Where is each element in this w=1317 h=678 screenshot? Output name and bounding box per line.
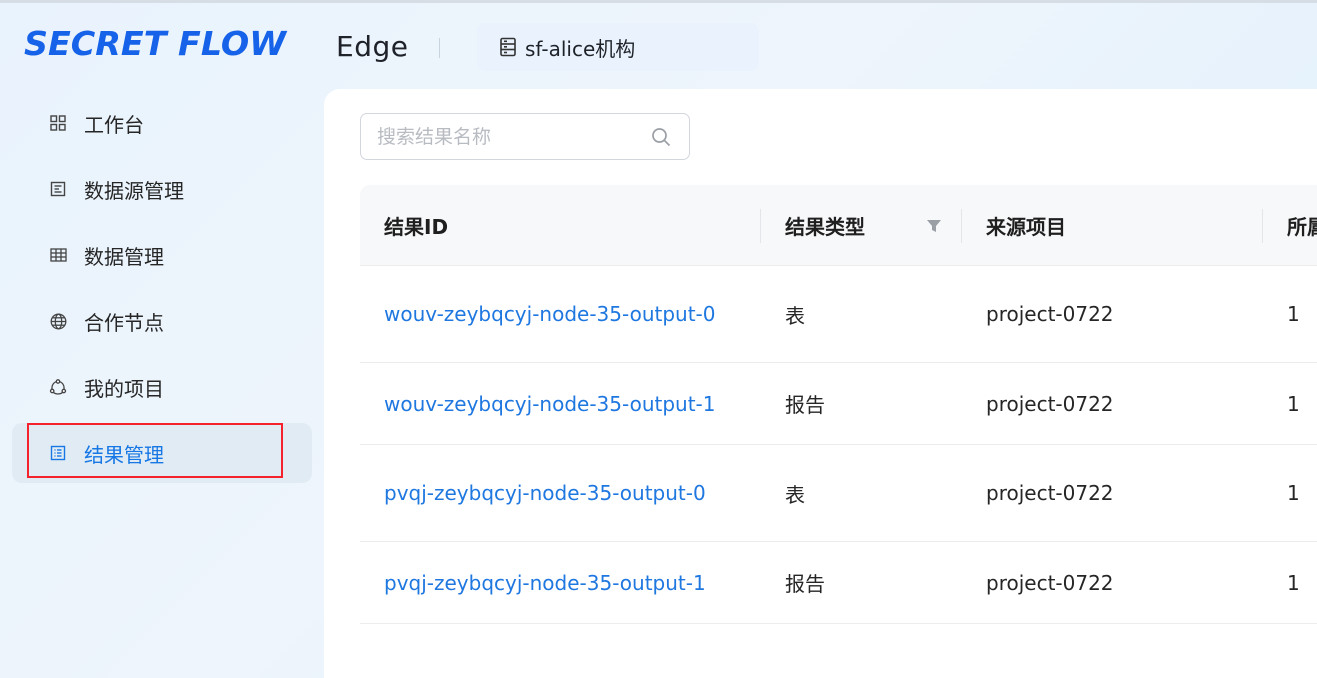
result-type: 表 [785,482,805,507]
org-selector[interactable]: sf-alice机构 [477,23,759,71]
filter-icon[interactable] [926,218,942,237]
sidebar-nav: 工作台 数据源管理 数据管理 合作节点 我的项目 结果管理 [12,93,312,489]
table-row: wouv-zeybqcyj-node-35-output-1 报告 projec… [360,363,1317,445]
sidebar-item-label: 我的项目 [84,376,164,401]
sidebar-item-data[interactable]: 数据管理 [12,225,312,285]
sidebar-item-workbench[interactable]: 工作台 [12,93,312,153]
main-panel: 结果ID 结果类型 来源项目 所属 wouv-zeybqcyj-node-35-… [324,89,1317,678]
app-title: Edge [336,30,409,63]
result-type: 报告 [785,393,825,417]
sidebar-item-label: 工作台 [84,112,144,137]
globe-icon [48,313,68,330]
sidebar-item-datasource[interactable]: 数据源管理 [12,159,312,219]
sidebar-item-results[interactable]: 结果管理 [12,423,312,483]
header-divider [439,38,440,58]
database-icon [499,37,517,57]
table-row: pvqj-zeybqcyj-node-35-output-0 表 project… [360,445,1317,542]
grid-icon [48,115,68,131]
result-type: 表 [785,303,805,328]
search-box [360,113,690,160]
result-id-link[interactable]: pvqj-zeybqcyj-node-35-output-1 [384,542,706,623]
window-top-border [0,0,1317,3]
column-divider [760,209,761,243]
owner-cell: 1 [1287,481,1300,505]
results-table: 结果ID 结果类型 来源项目 所属 wouv-zeybqcyj-node-35-… [360,185,1317,624]
column-header-owner: 所属 [1287,215,1317,239]
sidebar-item-my-projects[interactable]: 我的项目 [12,357,312,417]
sidebar-item-label: 合作节点 [84,310,164,335]
result-type: 报告 [785,572,825,596]
result-id-link[interactable]: pvqj-zeybqcyj-node-35-output-0 [384,445,706,541]
source-project: project-0722 [986,481,1114,505]
column-header-result-id: 结果ID [384,215,449,239]
datasource-icon [48,181,68,197]
table-row: wouv-zeybqcyj-node-35-output-0 表 project… [360,266,1317,363]
owner-cell: 1 [1287,302,1300,326]
sidebar-item-label: 数据管理 [84,244,164,269]
org-name: sf-alice机构 [525,36,636,61]
column-divider [961,209,962,243]
owner-cell: 1 [1287,570,1300,595]
secretflow-logo: SECRET FLOW [24,22,292,64]
result-id-link[interactable]: wouv-zeybqcyj-node-35-output-0 [384,266,716,362]
source-project: project-0722 [986,302,1114,326]
column-header-result-type: 结果类型 [785,215,865,239]
result-id-link[interactable]: wouv-zeybqcyj-node-35-output-1 [384,363,716,444]
project-icon [48,378,68,396]
column-header-source-project: 来源项目 [986,215,1066,239]
column-divider [1262,209,1263,243]
table-row: pvqj-zeybqcyj-node-35-output-1 报告 projec… [360,542,1317,624]
sidebar-item-label: 数据源管理 [84,178,184,203]
search-icon[interactable] [651,127,671,151]
table-header: 结果ID 结果类型 来源项目 所属 [360,185,1317,266]
owner-cell: 1 [1287,391,1300,416]
svg-text:SECRET FLOW: SECRET FLOW [24,24,288,63]
sidebar-item-partner-nodes[interactable]: 合作节点 [12,291,312,351]
search-input[interactable] [377,125,637,148]
result-list-icon [48,445,68,461]
sidebar-item-label: 结果管理 [84,442,164,467]
source-project: project-0722 [986,570,1114,595]
source-project: project-0722 [986,391,1114,416]
table-icon [48,247,68,263]
